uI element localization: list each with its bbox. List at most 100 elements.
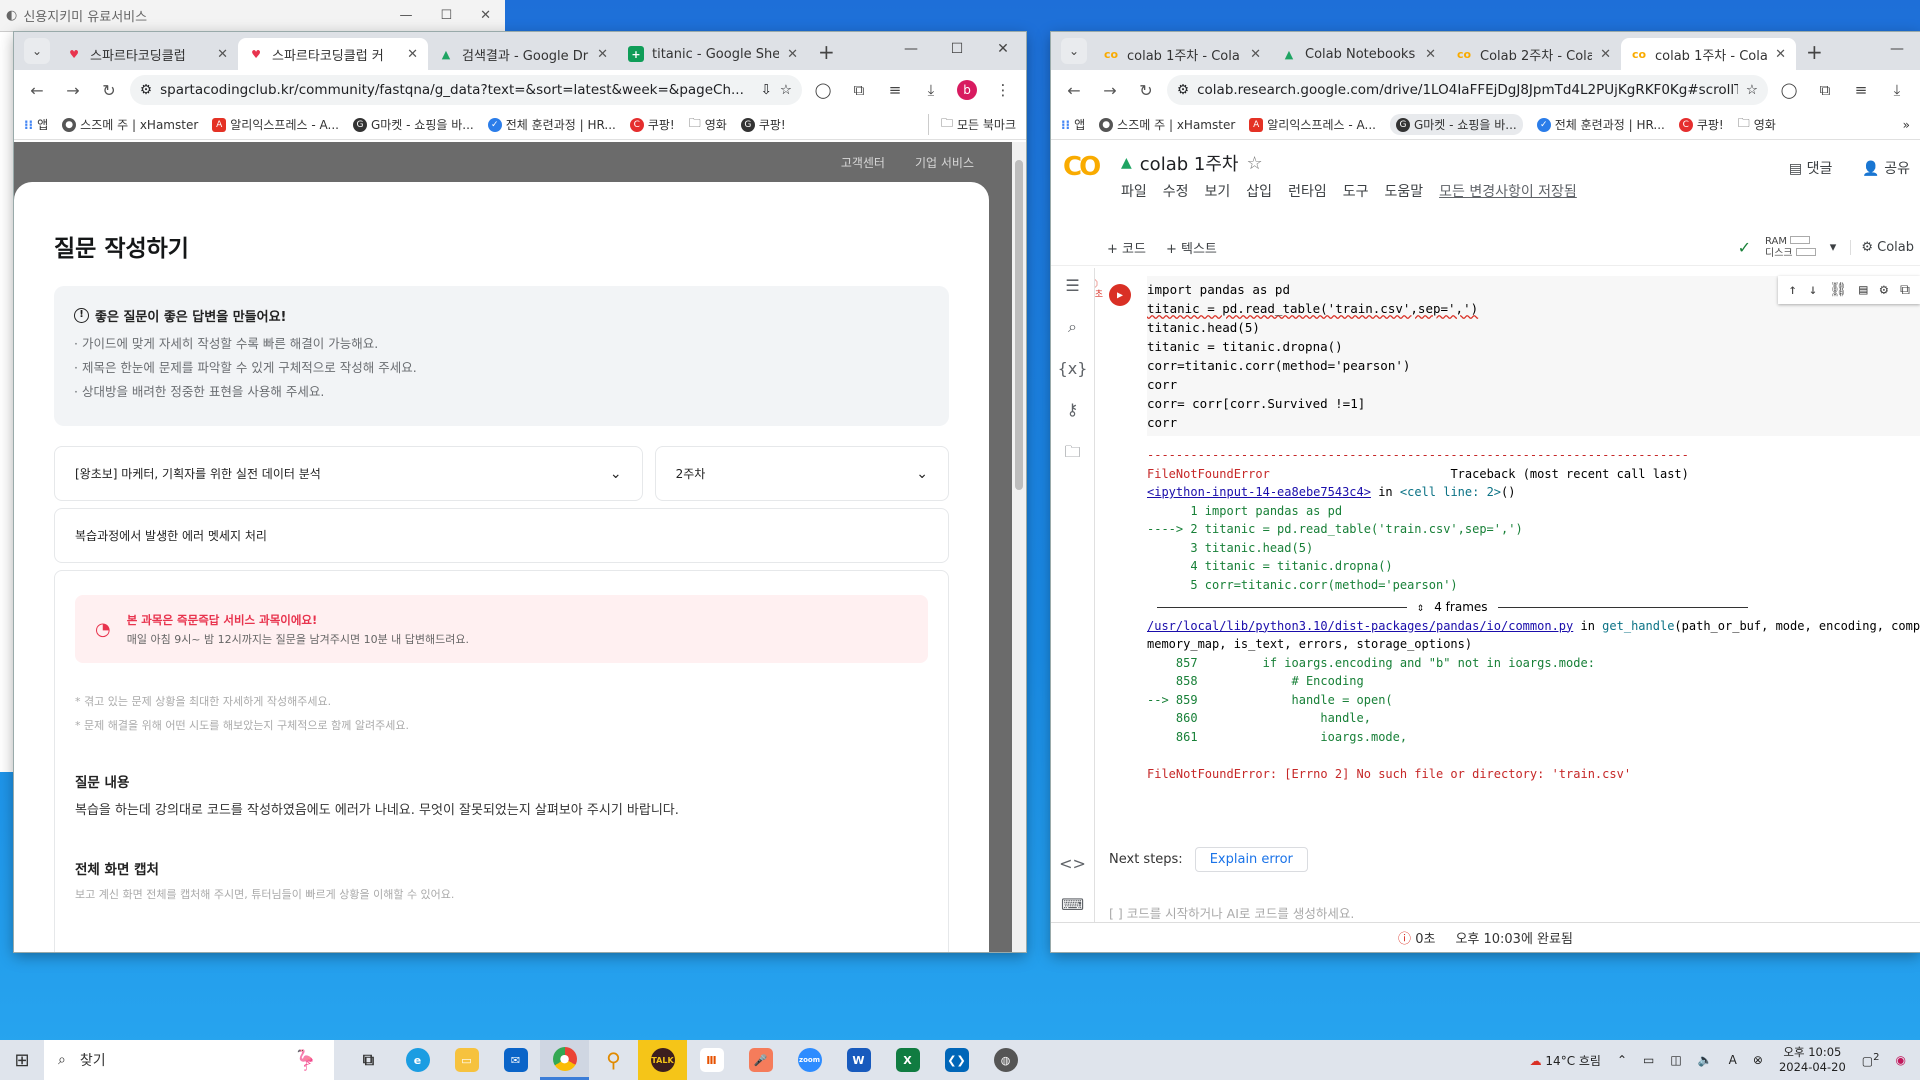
extension-icon[interactable]: ◯ [808,81,838,99]
bookmark-item[interactable]: G G마켓 - 쇼핑을 바... [1389,114,1523,135]
empty-cell-placeholder[interactable]: [ ] 코드를 시작하거나 AI로 코드를 생성하세요. [1109,903,1354,922]
code-snippets-icon[interactable]: <> [1059,854,1086,873]
menu-runtime[interactable]: 런타임 [1288,181,1327,201]
variables-icon[interactable]: {x} [1058,359,1088,378]
kakaotalk-icon[interactable]: TALK [638,1040,687,1080]
language-icon[interactable]: A [1729,1053,1737,1067]
bookmark-item[interactable]: C 쿠팡! [629,116,675,133]
close-tab-icon[interactable]: ✕ [597,47,608,62]
add-text-button[interactable]: + 텍스트 [1166,238,1217,257]
explain-error-button[interactable]: Explain error [1194,847,1308,872]
copilot-icon[interactable]: ◉ [1896,1053,1906,1067]
new-tab-button[interactable]: + [1796,40,1833,70]
tab-search-button[interactable]: ⌄ [1061,38,1087,64]
download-icon[interactable]: ⤓ [1882,81,1912,99]
menu-icon[interactable]: ⋮ [988,81,1018,99]
minimize-icon[interactable]: — [1874,41,1920,57]
search-app-icon[interactable]: ⚲ [589,1040,638,1080]
word-icon[interactable]: W [834,1040,883,1080]
tab-4[interactable]: +titanic - Google Sheet✕ [618,38,808,70]
bookmark-folder[interactable]: 🗀 영화 [1738,114,1776,135]
bookmark-item[interactable]: A 알리익스프레스 - A... [1249,116,1376,133]
tab-search-button[interactable]: ⌄ [24,38,50,64]
bookmark-apps[interactable]: ⁝⁝ 앱 [24,116,48,133]
ime-icon[interactable]: ⊗ [1753,1053,1763,1067]
reload-icon[interactable]: ↻ [1131,81,1161,100]
star-icon[interactable]: ☆ [780,82,792,98]
close-icon[interactable]: ✕ [480,8,491,23]
close-tab-icon[interactable]: ✕ [1600,47,1611,62]
file-link[interactable]: /usr/local/lib/python3.10/dist-packages/… [1147,619,1573,633]
folder-icon[interactable]: 🗀 [1064,441,1080,468]
bookmark-item[interactable]: G G마켓 - 쇼핑을 바... [352,116,474,133]
nav-enterprise[interactable]: 기업 서비스 [915,154,974,171]
menu-insert[interactable]: 삽입 [1246,181,1272,201]
comment-icon[interactable]: ▤ [1859,281,1867,300]
menu-help[interactable]: 도움말 [1384,181,1423,201]
task-view-icon[interactable]: ⧉ [344,1040,393,1080]
comment-button[interactable]: ▤ 댓글 [1789,158,1832,178]
close-icon[interactable]: ✕ [980,41,1026,57]
link-icon[interactable]: ⛓ [1829,281,1847,300]
excel-icon[interactable]: X [883,1040,932,1080]
wifi-icon[interactable]: ◫ [1670,1053,1681,1067]
minimize-icon[interactable]: — [888,41,934,57]
media-icon[interactable]: ≡ [880,81,910,99]
scrollbar-thumb[interactable] [1015,160,1023,490]
course-select[interactable]: [왕초보] 마케터, 기획자를 위한 실전 데이터 분석 ⌄ [54,446,643,501]
bookmark-item[interactable]: G 쿠팡! [740,116,786,133]
star-icon[interactable]: ☆ [1746,82,1758,98]
site-info-icon[interactable]: ⚙ [1177,82,1189,98]
star-icon[interactable]: ☆ [1246,153,1262,174]
menu-view[interactable]: 보기 [1205,181,1231,201]
close-tab-icon[interactable]: ✕ [1775,47,1786,62]
close-tab-icon[interactable]: ✕ [1425,47,1436,62]
tab-3[interactable]: ▲ 검색결과 - Google Dr ✕ [428,38,618,70]
weather-widget[interactable]: ☁ 14°C 흐림 [1530,1052,1601,1069]
error-status[interactable]: ⓘ 0초 [1398,928,1435,947]
url-input[interactable]: ⚙ colab.research.google.com/drive/1LO4IaF… [1167,75,1768,105]
reload-icon[interactable]: ↻ [94,81,124,100]
nav-customer-center[interactable]: 고객센터 [841,154,885,171]
new-tab-button[interactable]: + [808,40,845,70]
zoom-icon[interactable]: zoom [785,1040,834,1080]
forward-icon[interactable]: → [58,81,88,100]
search-icon[interactable]: ⌕ [1068,317,1077,337]
menu-file[interactable]: 파일 [1121,181,1147,201]
input-link[interactable]: <ipython-input-14-ea8ebe7543c4> [1147,485,1371,499]
terminal-icon[interactable]: ⌨ [1061,895,1084,914]
menu-tools[interactable]: 도구 [1343,181,1369,201]
install-icon[interactable]: ⇩ [761,82,772,98]
bookmark-item[interactable]: ● 스즈메 주 | xHamster [1099,116,1235,133]
minimize-icon[interactable]: — [399,8,412,23]
media-icon[interactable]: ≡ [1846,81,1876,99]
profile-avatar[interactable]: b [952,80,982,100]
colab-logo[interactable]: CO [1063,152,1101,182]
globe-app-icon[interactable]: ◍ [981,1040,1030,1080]
tab-1[interactable]: ♥ 스파르타코딩클럽 ✕ [56,38,238,70]
bookmark-apps[interactable]: ⁝⁝ 앱 [1061,116,1085,133]
copy-icon[interactable]: ⧉ [1900,281,1910,300]
question-editor[interactable]: ◔ 본 과목은 즉문즉답 서비스 과목이에요! 매일 아침 9시~ 밤 12시까지… [54,570,949,952]
notification-icon[interactable]: ▢2 [1862,1052,1880,1068]
code-cell[interactable]: ⓵0초 ▶ import pandas as pd titanic = pd.r… [1095,276,1920,436]
windows-start-icon[interactable]: ⊞ [0,1050,44,1071]
url-input[interactable]: ⚙ spartacodingclub.kr/community/fastqna/g… [130,75,802,105]
frames-toggle[interactable]: ⇕ 4 frames [1157,598,1920,617]
bookmark-item[interactable]: ✓ 전체 훈련과정 | HR... [1536,116,1665,133]
run-cell-button[interactable]: ▶ [1109,284,1131,306]
tab-2[interactable]: ♥ 스파르타코딩클럽 커 ✕ [238,38,428,70]
scrollbar[interactable] [1012,142,1026,952]
bookmark-folder[interactable]: 🗀 영화 [689,114,727,135]
recorder-icon[interactable]: 🎤 [736,1040,785,1080]
tab-1[interactable]: co colab 1주차 - Cola ✕ [1093,38,1271,70]
volume-icon[interactable]: 🔈 [1698,1053,1713,1067]
app-icon[interactable]: Ⅲ [687,1040,736,1080]
clock[interactable]: 오후 10:05 2024-04-20 [1779,1045,1846,1075]
gear-icon[interactable]: ⚙ [1880,281,1888,300]
share-button[interactable]: 👤 공유 [1862,158,1910,178]
close-tab-icon[interactable]: ✕ [1250,47,1261,62]
saved-status[interactable]: 모든 변경사항이 저장됨 [1439,181,1577,201]
download-icon[interactable]: ⤓ [916,81,946,99]
edge-icon[interactable]: e [393,1040,442,1080]
